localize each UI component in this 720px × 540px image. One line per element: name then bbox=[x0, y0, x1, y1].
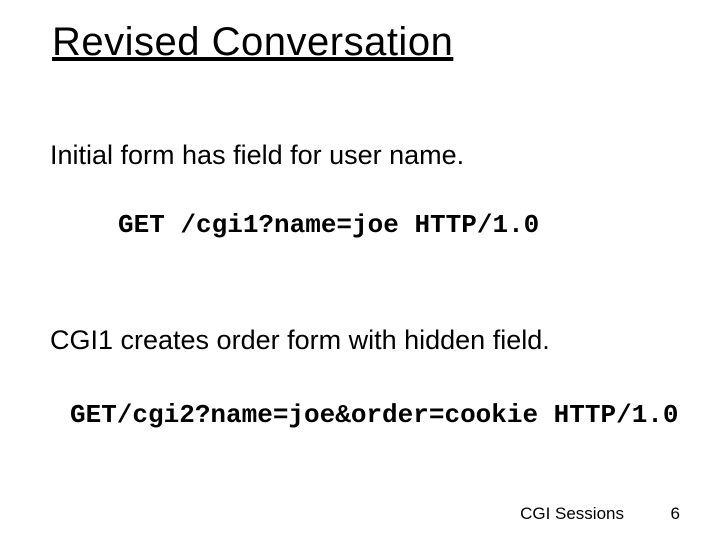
footer-section-label: CGI Sessions bbox=[520, 504, 624, 524]
slide-title: Revised Conversation bbox=[52, 20, 453, 65]
slide: Revised Conversation Initial form has fi… bbox=[0, 0, 720, 540]
http-request-1: GET /cgi1?name=joe HTTP/1.0 bbox=[118, 210, 539, 240]
body-text-2: CGI1 creates order form with hidden fiel… bbox=[50, 325, 550, 356]
footer-page-number: 6 bbox=[671, 504, 680, 524]
body-text-1: Initial form has field for user name. bbox=[50, 140, 464, 171]
http-request-2: GET/cgi2?name=joe&order=cookie HTTP/1.0 bbox=[70, 400, 679, 430]
